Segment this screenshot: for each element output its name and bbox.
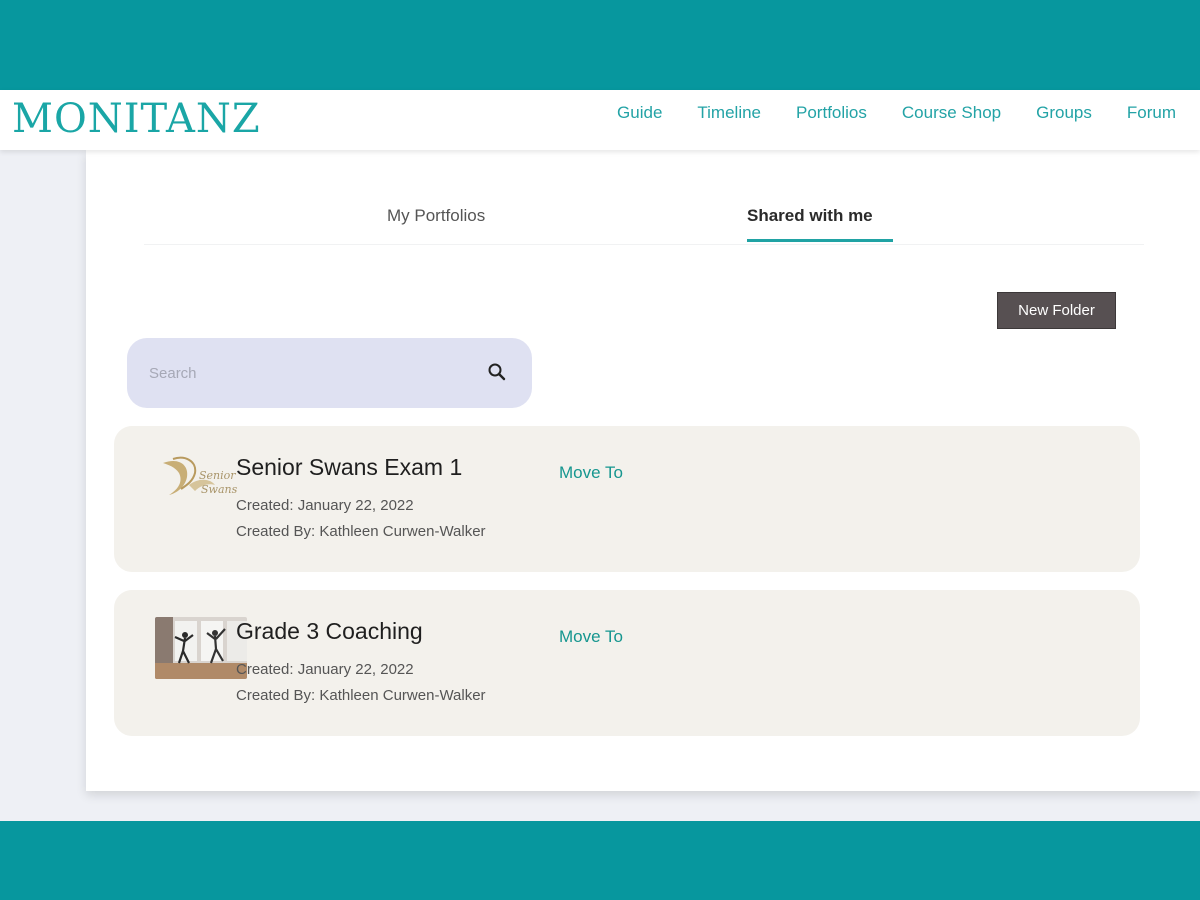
svg-text:Senior: Senior [199, 469, 236, 482]
portfolio-card[interactable]: Senior Swans Senior Swans Exam 1 Created… [114, 426, 1140, 572]
portfolio-title[interactable]: Grade 3 Coaching [236, 618, 423, 645]
dance-studio-photo-thumbnail [155, 617, 247, 679]
nav-groups[interactable]: Groups [1036, 102, 1092, 124]
main-nav: Guide Timeline Portfolios Course Shop Gr… [582, 102, 1176, 124]
move-to-link[interactable]: Move To [559, 627, 623, 647]
top-navbar: MONITANZ Guide Timeline Portfolios Cours… [0, 90, 1200, 150]
app-window: MONITANZ Guide Timeline Portfolios Cours… [0, 90, 1200, 821]
move-to-link[interactable]: Move To [559, 463, 623, 483]
portfolios-panel: My Portfolios Shared with me New Folder [86, 150, 1200, 791]
portfolio-created-date: Created: January 22, 2022 [236, 661, 414, 678]
brand-logo[interactable]: MONITANZ [12, 96, 261, 142]
svg-text:Swans: Swans [201, 483, 238, 496]
nav-timeline[interactable]: Timeline [697, 102, 761, 124]
nav-forum[interactable]: Forum [1127, 102, 1176, 124]
portfolio-created-by: Created By: Kathleen Curwen-Walker [236, 687, 486, 704]
nav-guide[interactable]: Guide [617, 102, 662, 124]
portfolio-created-date: Created: January 22, 2022 [236, 497, 414, 514]
portfolio-title[interactable]: Senior Swans Exam 1 [236, 454, 462, 481]
search-icon[interactable] [487, 362, 507, 387]
senior-swans-logo-thumbnail: Senior Swans [159, 455, 243, 505]
portfolio-created-by: Created By: Kathleen Curwen-Walker [236, 523, 486, 540]
search-input[interactable] [149, 362, 469, 384]
nav-course-shop[interactable]: Course Shop [902, 102, 1001, 124]
active-tab-indicator [747, 239, 893, 242]
portfolio-tabs: My Portfolios Shared with me [144, 150, 1144, 245]
portfolio-card[interactable]: Grade 3 Coaching Created: January 22, 20… [114, 590, 1140, 736]
tab-shared-label: Shared with me [747, 206, 873, 225]
tab-my-portfolios[interactable]: My Portfolios [387, 206, 485, 246]
new-folder-button[interactable]: New Folder [997, 292, 1116, 329]
nav-portfolios[interactable]: Portfolios [796, 102, 867, 124]
tab-shared-with-me[interactable]: Shared with me [747, 206, 893, 246]
search-box [127, 338, 532, 408]
